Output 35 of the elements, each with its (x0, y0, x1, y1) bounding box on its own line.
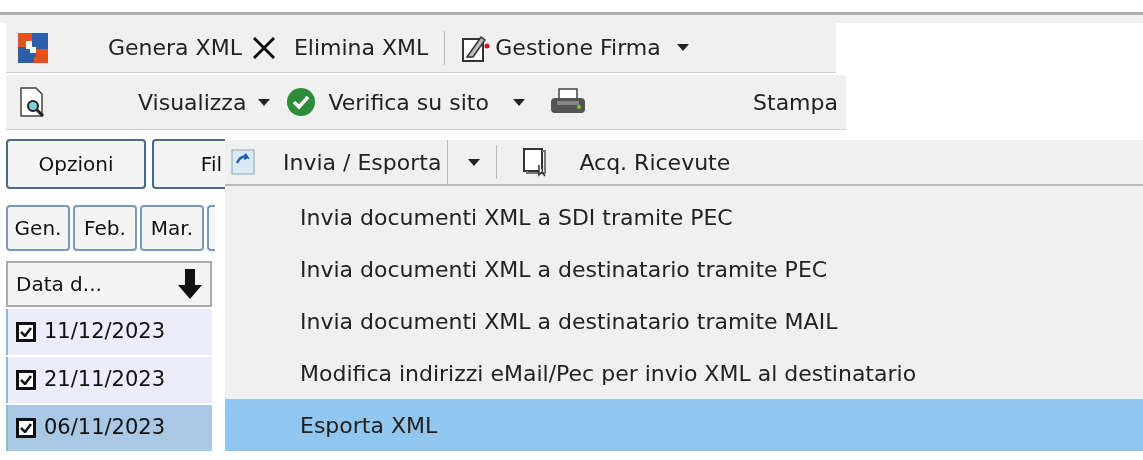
menu-item[interactable]: Esporta XML (225, 399, 1143, 451)
checkbox[interactable] (16, 322, 36, 342)
month-tab[interactable]: Feb. (73, 205, 137, 251)
month-tab[interactable] (207, 205, 215, 251)
date-cell-text: 06/11/2023 (44, 414, 166, 442)
signature-management-button[interactable]: Gestione Firma (453, 23, 697, 72)
column-header[interactable]: Data d... (6, 261, 212, 307)
table-row[interactable]: 06/11/2023 (6, 405, 212, 451)
checkmark-icon (20, 423, 32, 433)
print-button[interactable]: Stampa (745, 75, 846, 129)
date-cell-text: 21/11/2023 (44, 366, 166, 394)
generate-xml-button[interactable]: Genera XML (100, 23, 250, 72)
menu-item[interactable]: Invia documenti XML a SDI tramite PEC (225, 191, 1143, 243)
checkbox[interactable] (16, 418, 36, 438)
menu-item[interactable]: Invia documenti XML a destinatario tramite MAIL (225, 295, 1143, 347)
filter-button[interactable]: Fil (152, 139, 225, 189)
checkbox[interactable] (16, 370, 36, 390)
table-row[interactable]: 21/11/2023 (6, 357, 212, 403)
verify-on-site-button[interactable]: Verifica su sito (278, 75, 533, 129)
menu-item[interactable]: Modifica indirizzi eMail/Pec per invio XML al destinatario (225, 347, 1143, 399)
checkmark-icon (20, 327, 32, 337)
checkmark-icon (20, 375, 32, 385)
send-export-button[interactable]: Invia / Esporta (225, 140, 489, 184)
options-button[interactable]: Opzioni (6, 139, 146, 189)
view-button[interactable]: Visualizza (130, 75, 279, 129)
acquire-receipts-button[interactable]: Acq. Ricevute (505, 140, 731, 184)
delete-xml-button[interactable]: Elimina XML (285, 23, 437, 72)
month-tab[interactable]: Gen. (6, 205, 70, 251)
month-tab[interactable]: Mar. (140, 205, 204, 251)
date-cell-text: 11/12/2023 (44, 318, 166, 346)
menu-item[interactable]: Invia documenti XML a destinatario tramite PEC (225, 243, 1143, 295)
sort-arrow-icon (178, 269, 202, 299)
check-circle-icon (286, 87, 317, 117)
table-row[interactable]: 11/12/2023 (6, 309, 212, 355)
app-logo-icon (18, 32, 48, 63)
